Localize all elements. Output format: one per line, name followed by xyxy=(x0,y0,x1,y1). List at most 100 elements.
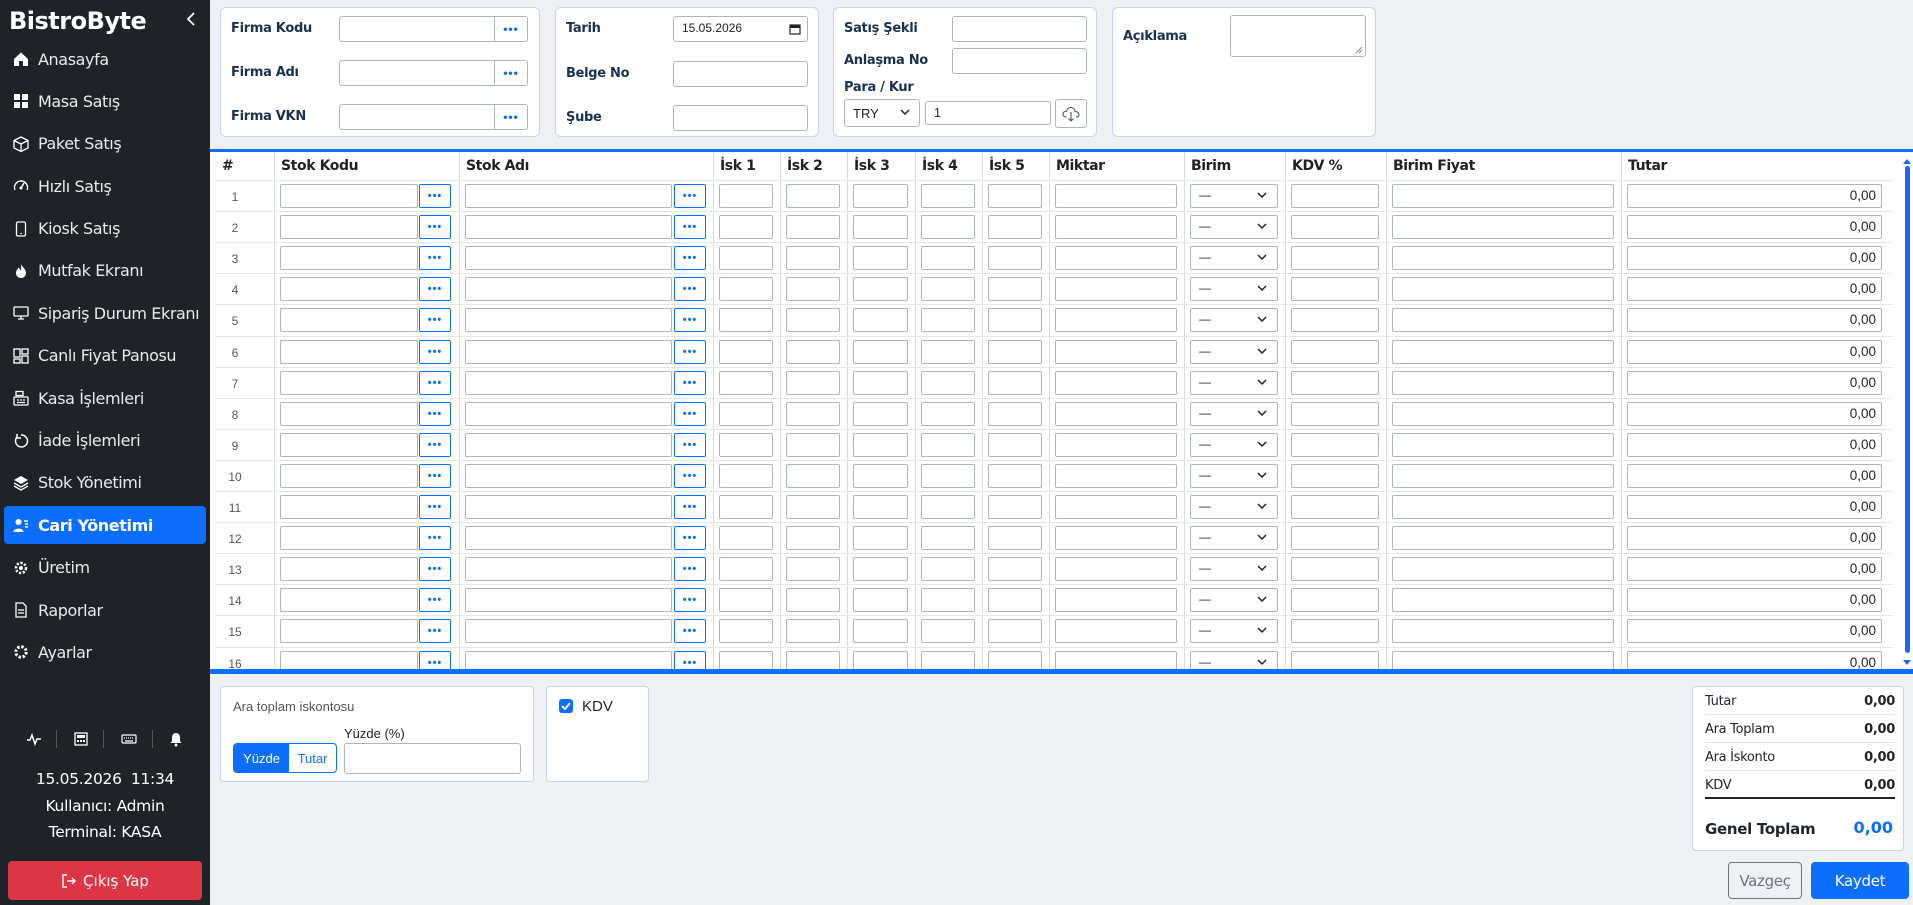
isk2-input[interactable] xyxy=(786,619,840,644)
grid-scrollbar-thumb[interactable] xyxy=(1905,166,1910,653)
tutar-input[interactable]: 0,00 xyxy=(1627,277,1882,302)
isk4-input[interactable] xyxy=(921,370,975,395)
stok-adi-input[interactable] xyxy=(465,184,672,208)
birim-fiyat-input[interactable] xyxy=(1392,215,1614,240)
isk1-input[interactable] xyxy=(719,526,773,551)
tutar-input[interactable]: 0,00 xyxy=(1627,650,1882,669)
sidebar-item-person-lines[interactable]: Cari Yönetimi xyxy=(4,506,206,545)
isk4-input[interactable] xyxy=(921,463,975,488)
isk4-input[interactable] xyxy=(921,308,975,333)
isk2-input[interactable] xyxy=(786,339,840,364)
isk3-input[interactable] xyxy=(853,370,908,395)
isk3-input[interactable] xyxy=(853,339,908,364)
isk1-input[interactable] xyxy=(719,463,773,488)
kdv-input[interactable] xyxy=(1291,463,1379,488)
stok-kodu-input[interactable] xyxy=(280,619,418,644)
sidebar-item-cash-register[interactable]: Kasa İşlemleri xyxy=(4,379,206,417)
tutar-input[interactable]: 0,00 xyxy=(1627,370,1882,395)
stok-kodu-lookup-button[interactable]: ••• xyxy=(419,184,451,208)
isk1-input[interactable] xyxy=(719,277,773,302)
kdv-input[interactable] xyxy=(1291,184,1379,208)
stok-adi-input[interactable] xyxy=(465,557,672,582)
stok-kodu-input[interactable] xyxy=(280,495,418,519)
isk2-input[interactable] xyxy=(786,401,840,426)
isk1-input[interactable] xyxy=(719,184,773,208)
stok-kodu-lookup-button[interactable]: ••• xyxy=(419,215,451,240)
isk4-input[interactable] xyxy=(921,495,975,519)
isk5-input[interactable] xyxy=(988,650,1042,669)
isk5-input[interactable] xyxy=(988,277,1042,302)
stok-kodu-lookup-button[interactable]: ••• xyxy=(419,308,451,333)
isk2-input[interactable] xyxy=(786,432,840,457)
birim-fiyat-input[interactable] xyxy=(1392,339,1614,364)
isk3-input[interactable] xyxy=(853,650,908,669)
logout-button[interactable]: Çıkış Yap xyxy=(8,861,202,900)
birim-select[interactable]: — xyxy=(1190,557,1278,582)
kdv-input[interactable] xyxy=(1291,401,1379,426)
mode-amount-button[interactable]: Tutar xyxy=(289,744,336,772)
kdv-input[interactable] xyxy=(1291,339,1379,364)
tutar-input[interactable]: 0,00 xyxy=(1627,401,1882,426)
isk3-input[interactable] xyxy=(853,308,908,333)
isk4-input[interactable] xyxy=(921,650,975,669)
isk5-input[interactable] xyxy=(988,246,1042,271)
isk5-input[interactable] xyxy=(988,308,1042,333)
kdv-input[interactable] xyxy=(1291,432,1379,457)
tutar-input[interactable]: 0,00 xyxy=(1627,557,1882,582)
isk5-input[interactable] xyxy=(988,463,1042,488)
stok-kodu-input[interactable] xyxy=(280,650,418,669)
belge-no-input[interactable] xyxy=(673,61,808,87)
stok-adi-lookup-button[interactable]: ••• xyxy=(674,588,706,613)
notifications-button[interactable] xyxy=(162,727,190,751)
miktar-input[interactable] xyxy=(1055,432,1177,457)
miktar-input[interactable] xyxy=(1055,277,1177,302)
stok-kodu-input[interactable] xyxy=(280,370,418,395)
mode-percent-button[interactable]: Yüzde xyxy=(234,744,289,772)
isk5-input[interactable] xyxy=(988,339,1042,364)
isk5-input[interactable] xyxy=(988,495,1042,519)
birim-fiyat-input[interactable] xyxy=(1392,246,1614,271)
isk2-input[interactable] xyxy=(786,495,840,519)
isk3-input[interactable] xyxy=(853,432,908,457)
stok-adi-input[interactable] xyxy=(465,401,672,426)
firma-kodu-lookup-button[interactable]: ••• xyxy=(495,16,528,42)
stok-adi-lookup-button[interactable]: ••• xyxy=(674,246,706,271)
stok-adi-input[interactable] xyxy=(465,308,672,333)
column-header-isk4[interactable]: İsk 4 xyxy=(915,158,982,178)
sidebar-item-tablet[interactable]: Kiosk Satış xyxy=(4,210,206,248)
sidebar-item-document[interactable]: Raporlar xyxy=(4,591,206,629)
tutar-input[interactable]: 0,00 xyxy=(1627,215,1882,240)
isk1-input[interactable] xyxy=(719,650,773,669)
firma-kodu-input[interactable] xyxy=(339,16,495,42)
stok-kodu-lookup-button[interactable]: ••• xyxy=(419,650,451,669)
isk5-input[interactable] xyxy=(988,432,1042,457)
stok-kodu-lookup-button[interactable]: ••• xyxy=(419,401,451,426)
isk1-input[interactable] xyxy=(719,339,773,364)
sidebar-item-layers[interactable]: Stok Yönetimi xyxy=(4,464,206,502)
sidebar-item-undo[interactable]: İade İşlemleri xyxy=(4,422,206,460)
birim-select[interactable]: — xyxy=(1190,526,1278,551)
isk2-input[interactable] xyxy=(786,557,840,582)
stok-kodu-lookup-button[interactable]: ••• xyxy=(419,463,451,488)
stok-adi-lookup-button[interactable]: ••• xyxy=(674,277,706,302)
isk2-input[interactable] xyxy=(786,184,840,208)
rate-input[interactable]: 1 xyxy=(925,101,1051,125)
firma-vkn-lookup-button[interactable]: ••• xyxy=(495,104,528,130)
stok-adi-lookup-button[interactable]: ••• xyxy=(674,650,706,669)
column-header-birim[interactable]: Birim xyxy=(1184,158,1285,178)
kdv-input[interactable] xyxy=(1291,619,1379,644)
stok-kodu-lookup-button[interactable]: ••• xyxy=(419,277,451,302)
stok-adi-input[interactable] xyxy=(465,432,672,457)
miktar-input[interactable] xyxy=(1055,619,1177,644)
kdv-input[interactable] xyxy=(1291,215,1379,240)
birim-fiyat-input[interactable] xyxy=(1392,370,1614,395)
stok-adi-lookup-button[interactable]: ••• xyxy=(674,495,706,519)
isk4-input[interactable] xyxy=(921,246,975,271)
miktar-input[interactable] xyxy=(1055,557,1177,582)
isk3-input[interactable] xyxy=(853,246,908,271)
column-header-isk5[interactable]: İsk 5 xyxy=(982,158,1049,178)
miktar-input[interactable] xyxy=(1055,215,1177,240)
stok-adi-lookup-button[interactable]: ••• xyxy=(674,370,706,395)
column-header-stok_kodu[interactable]: Stok Kodu xyxy=(274,158,459,178)
isk1-input[interactable] xyxy=(719,619,773,644)
